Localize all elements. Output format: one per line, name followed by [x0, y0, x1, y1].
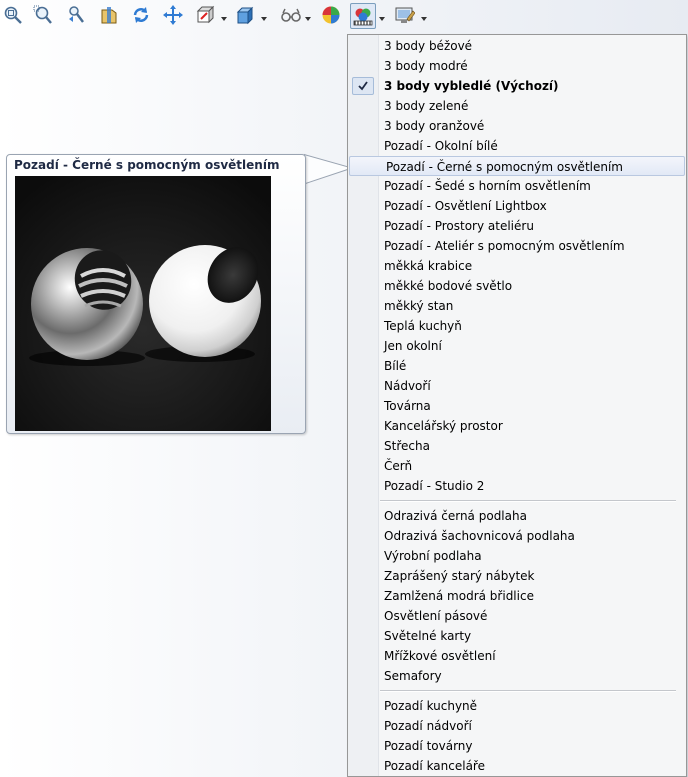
- menu-item-label: Pozadí - Prostory ateliéru: [384, 219, 534, 233]
- chevron-down-icon[interactable]: [378, 12, 386, 21]
- menu-item[interactable]: Pozadí - Ateliér s pomocným osvětlením: [348, 236, 686, 256]
- menu-item-label: 3 body vybledlé (Výchozí): [384, 79, 559, 93]
- menu-item[interactable]: 3 body vybledlé (Výchozí): [348, 76, 686, 96]
- menu-item-label: Osvětlení pásové: [384, 609, 488, 623]
- menu-item-label: Pozadí - Okolní bílé: [384, 139, 498, 153]
- menu-item[interactable]: měkké bodové světlo: [348, 276, 686, 296]
- menu-item-label: 3 body zelené: [384, 99, 469, 113]
- scene-dropdown-menu: 3 body béžové 3 body modré 3 body vybledlé…: [347, 34, 687, 777]
- menu-item[interactable]: Pozadí - Černé s pomocným osvětlením: [349, 156, 685, 176]
- menu-item[interactable]: Mřížkové osvětlení: [348, 646, 686, 666]
- menu-item-label: 3 body oranžové: [384, 119, 485, 133]
- edit-appearance-icon[interactable]: [320, 4, 342, 26]
- menu-item[interactable]: Pozadí továrny: [348, 736, 686, 756]
- menu-item-label: Pozadí - Černé s pomocným osvětlením: [386, 160, 623, 174]
- menu-item-label: Jen okolní: [384, 339, 442, 353]
- menu-item[interactable]: Osvětlení pásové: [348, 606, 686, 626]
- menu-item[interactable]: Zamlžená modrá břidlice: [348, 586, 686, 606]
- menu-item-label: Světelné karty: [384, 629, 472, 643]
- menu-item[interactable]: Střecha: [348, 436, 686, 456]
- menu-item-label: Pozadí - Šedé s horním osvětlením: [384, 179, 591, 193]
- menu-item[interactable]: Semafory: [348, 666, 686, 686]
- menu-item-label: Pozadí kuchyně: [384, 699, 478, 713]
- menu-item[interactable]: 3 body oranžové: [348, 116, 686, 136]
- scene-preview-image: [15, 176, 271, 431]
- menu-item-label: měkká krabice: [384, 259, 473, 273]
- menu-item[interactable]: 3 body zelené: [348, 96, 686, 116]
- menu-item[interactable]: měkká krabice: [348, 256, 686, 276]
- chevron-down-icon[interactable]: [420, 12, 428, 21]
- menu-item-label: Kancelářský prostor: [384, 419, 503, 433]
- menu-item-label: Zaprášený starý nábytek: [384, 569, 535, 583]
- menu-item-label: Nádvoří: [384, 379, 431, 393]
- section-view-icon[interactable]: [98, 4, 120, 26]
- menu-item-label: měkké bodové světlo: [384, 279, 513, 293]
- zoom-to-area-icon[interactable]: [32, 4, 54, 26]
- chevron-down-icon[interactable]: [304, 12, 312, 21]
- menu-item[interactable]: Bílé: [348, 356, 686, 376]
- menu-item[interactable]: Zaprášený starý nábytek: [348, 566, 686, 586]
- menu-item-label: Pozadí - Studio 2: [384, 479, 485, 493]
- menu-item[interactable]: Továrna: [348, 396, 686, 416]
- menu-separator: [380, 690, 676, 692]
- menu-item-label: 3 body modré: [384, 59, 468, 73]
- scene-preview-tooltip: Pozadí - Černé s pomocným osvětlením: [6, 154, 354, 434]
- chevron-down-icon[interactable]: [260, 12, 268, 21]
- menu-item-label: 3 body béžové: [384, 39, 473, 53]
- checkmark-icon: [352, 77, 374, 95]
- tooltip-body: Pozadí - Černé s pomocným osvětlením: [6, 154, 306, 434]
- hide-show-items-icon[interactable]: [280, 4, 302, 26]
- menu-item-label: Výrobní podlaha: [384, 549, 482, 563]
- menu-item-label: Čerň: [384, 459, 413, 473]
- menu-item[interactable]: Teplá kuchyň: [348, 316, 686, 336]
- menu-item-label: Pozadí kanceláře: [384, 759, 485, 773]
- menu-item[interactable]: Čerň: [348, 456, 686, 476]
- menu-item-label: Odrazivá černá podlaha: [384, 509, 527, 523]
- menu-item-label: Zamlžená modrá břidlice: [384, 589, 534, 603]
- menu-item[interactable]: Výrobní podlaha: [348, 546, 686, 566]
- menu-item[interactable]: 3 body béžové: [348, 36, 686, 56]
- menu-item[interactable]: Nádvoří: [348, 376, 686, 396]
- menu-item[interactable]: Pozadí kanceláře: [348, 756, 686, 776]
- menu-item[interactable]: Pozadí - Prostory ateliéru: [348, 216, 686, 236]
- menu-item-label: Továrna: [384, 399, 431, 413]
- pan-icon[interactable]: [162, 4, 184, 26]
- menu-item[interactable]: Kancelářský prostor: [348, 416, 686, 436]
- menu-item-label: Teplá kuchyň: [384, 319, 462, 333]
- zoom-to-fit-icon[interactable]: [2, 4, 24, 26]
- menu-item-label: Semafory: [384, 669, 442, 683]
- menu-item-label: Bílé: [384, 359, 407, 373]
- menu-item[interactable]: Pozadí nádvoří: [348, 716, 686, 736]
- menu-item[interactable]: měkký stan: [348, 296, 686, 316]
- rotate-view-icon[interactable]: [130, 4, 152, 26]
- menu-item-label: Pozadí nádvoří: [384, 719, 472, 733]
- menu-item-label: Pozadí - Osvětlení Lightbox: [384, 199, 547, 213]
- menu-item[interactable]: Odrazivá šachovnicová podlaha: [348, 526, 686, 546]
- display-style-icon[interactable]: [234, 4, 256, 26]
- menu-separator: [380, 500, 676, 502]
- menu-item[interactable]: 3 body modré: [348, 56, 686, 76]
- menu-item-label: Pozadí továrny: [384, 739, 473, 753]
- menu-item[interactable]: Odrazivá černá podlaha: [348, 506, 686, 526]
- apply-scene-icon[interactable]: [350, 3, 376, 29]
- menu-item[interactable]: Pozadí kuchyně: [348, 696, 686, 716]
- menu-item-label: Odrazivá šachovnicová podlaha: [384, 529, 575, 543]
- view-orientation-icon[interactable]: [194, 4, 216, 26]
- tooltip-title: Pozadí - Černé s pomocným osvětlením: [14, 158, 280, 172]
- menu-item[interactable]: Pozadí - Studio 2: [348, 476, 686, 496]
- menu-item-label: měkký stan: [384, 299, 454, 313]
- menu-item[interactable]: Pozadí - Osvětlení Lightbox: [348, 196, 686, 216]
- menu-item[interactable]: Pozadí - Šedé s horním osvětlením: [348, 176, 686, 196]
- menu-item[interactable]: Jen okolní: [348, 336, 686, 356]
- menu-item[interactable]: Pozadí - Okolní bílé: [348, 136, 686, 156]
- menu-item-label: Pozadí - Ateliér s pomocným osvětlením: [384, 239, 625, 253]
- menu-item[interactable]: Světelné karty: [348, 626, 686, 646]
- chevron-down-icon[interactable]: [220, 12, 228, 21]
- view-toolbar: [0, 0, 688, 34]
- view-settings-icon[interactable]: [394, 4, 416, 26]
- menu-item-label: Mřížkové osvětlení: [384, 649, 496, 663]
- previous-view-icon[interactable]: [66, 4, 88, 26]
- menu-item-label: Střecha: [384, 439, 430, 453]
